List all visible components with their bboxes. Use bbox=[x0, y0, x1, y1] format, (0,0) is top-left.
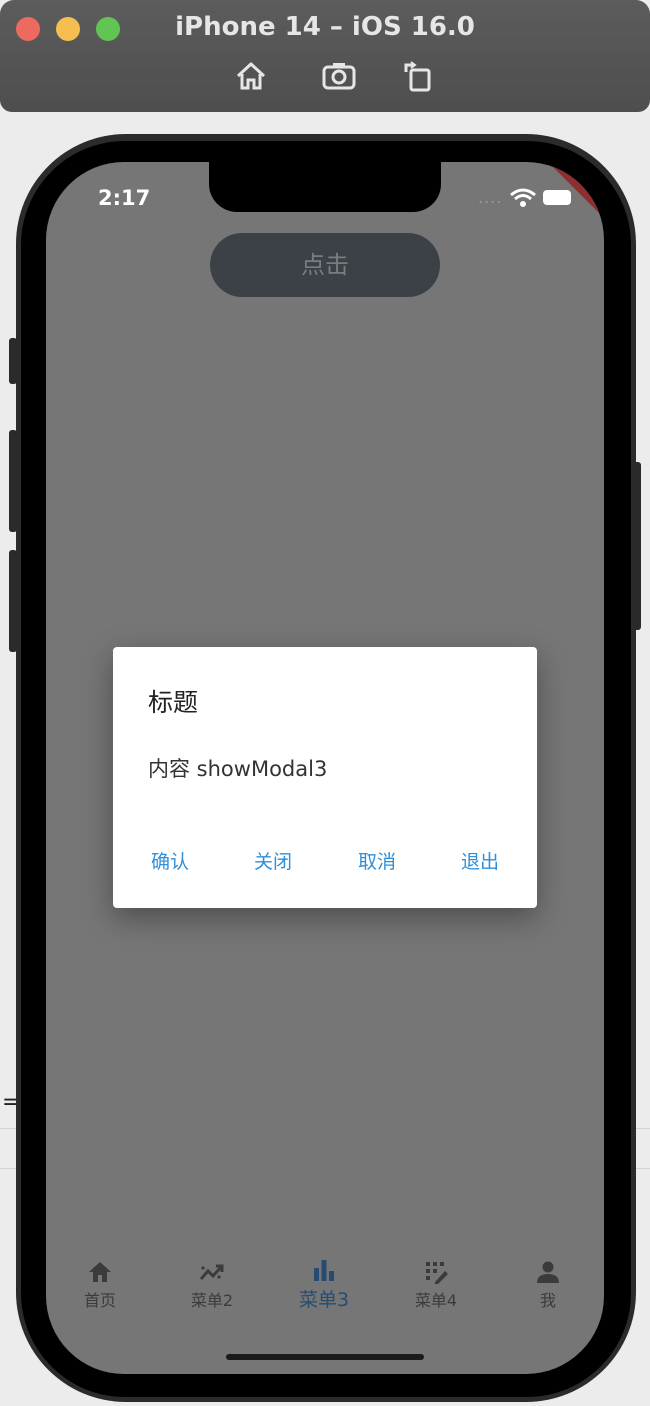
bar-chart-icon bbox=[314, 1260, 334, 1281]
tab-menu4[interactable]: 菜单4 bbox=[396, 1259, 476, 1311]
tab-label: 菜单4 bbox=[414, 1291, 458, 1310]
volume-up-button bbox=[9, 430, 17, 532]
tap-button[interactable]: 点击 bbox=[210, 233, 440, 297]
signal-icon: .... bbox=[478, 188, 503, 207]
tab-label: 首页 bbox=[83, 1291, 116, 1310]
mute-switch bbox=[9, 338, 17, 384]
dialog-title: 标题 bbox=[148, 688, 199, 717]
tab-menu3[interactable]: 菜单3 bbox=[284, 1257, 364, 1312]
wifi-icon bbox=[510, 188, 536, 207]
status-time: 2:17 bbox=[98, 186, 151, 210]
bottom-tab-bar: 首页 菜单2 菜单3 菜单4 我 bbox=[46, 1237, 604, 1317]
tab-label: 菜单2 bbox=[190, 1291, 234, 1310]
dialog-actions: 确认 关闭 取消 退出 bbox=[113, 847, 537, 879]
grid-edit-icon bbox=[426, 1262, 448, 1284]
cancel-button[interactable]: 取消 bbox=[337, 847, 417, 874]
modal-dialog: 标题 内容 showModal3 确认 关闭 取消 退出 bbox=[113, 647, 537, 908]
simulator-title-bar: iPhone 14 – iOS 16.0 bbox=[0, 0, 650, 112]
dialog-content: 内容 showModal3 bbox=[148, 757, 328, 781]
exit-button[interactable]: 退出 bbox=[440, 847, 520, 874]
tab-label: 菜单3 bbox=[298, 1289, 350, 1311]
person-icon bbox=[537, 1261, 559, 1283]
battery-icon bbox=[543, 190, 571, 205]
tab-menu2[interactable]: 菜单2 bbox=[172, 1259, 252, 1311]
notch bbox=[209, 162, 441, 212]
simulator-title: iPhone 14 – iOS 16.0 bbox=[175, 12, 475, 42]
power-button bbox=[633, 462, 641, 630]
home-icon bbox=[89, 1262, 111, 1282]
confirm-button[interactable]: 确认 bbox=[130, 847, 210, 874]
volume-down-button bbox=[9, 550, 17, 652]
tab-me[interactable]: 我 bbox=[508, 1259, 588, 1311]
trending-icon bbox=[199, 1264, 224, 1280]
home-icon[interactable] bbox=[233, 58, 269, 94]
debug-banner: DEBUG bbox=[547, 162, 604, 268]
home-indicator bbox=[226, 1354, 424, 1360]
tab-home[interactable]: 首页 bbox=[60, 1259, 140, 1311]
close-button[interactable]: 关闭 bbox=[233, 847, 313, 874]
tab-label: 我 bbox=[539, 1291, 556, 1310]
camera-icon[interactable] bbox=[321, 58, 357, 94]
rotate-icon[interactable] bbox=[400, 58, 436, 94]
